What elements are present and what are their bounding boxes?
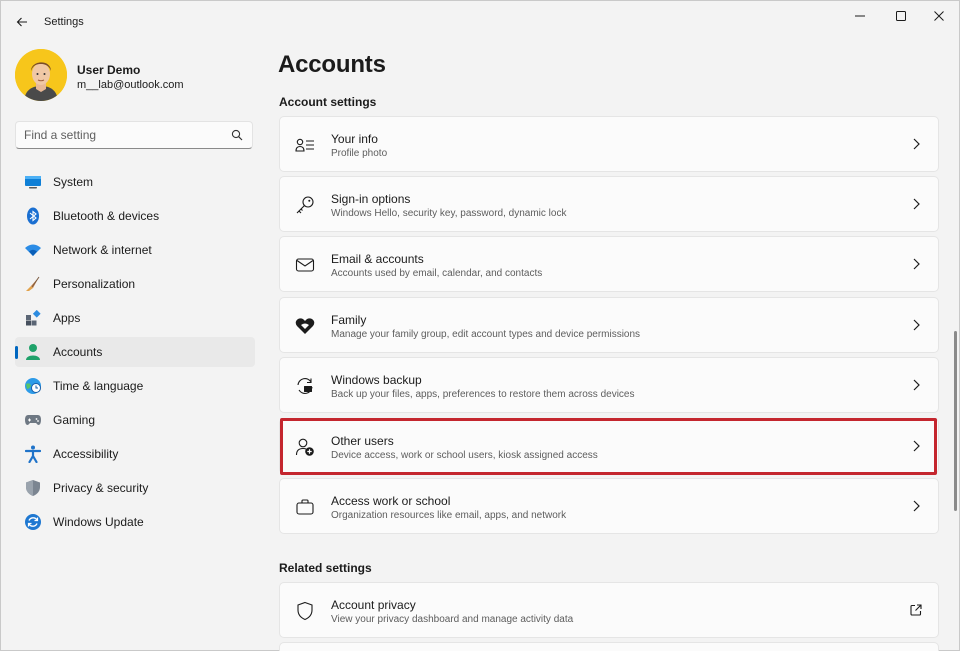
close-button[interactable]	[924, 5, 954, 27]
card-subtitle: Windows Hello, security key, password, d…	[331, 208, 567, 219]
card-family[interactable]: Family Manage your family group, edit ac…	[279, 297, 939, 353]
card-your-info[interactable]: Your info Profile photo	[279, 116, 939, 172]
sidebar-item-accounts[interactable]: Accounts	[15, 337, 255, 367]
update-icon	[24, 513, 42, 531]
family-heart-icon	[295, 316, 315, 336]
card-other-users[interactable]: Other users Device access, work or schoo…	[279, 418, 939, 474]
key-icon	[295, 195, 315, 215]
apps-icon	[24, 309, 42, 327]
user-avatar-icon	[15, 49, 67, 101]
gamepad-icon	[24, 411, 42, 429]
card-partial	[279, 642, 939, 651]
accessibility-icon	[24, 445, 42, 463]
title-bar: Settings	[1, 1, 959, 41]
shield-icon	[24, 479, 42, 497]
person-list-icon	[295, 135, 315, 155]
chevron-right-icon	[913, 198, 920, 210]
card-subtitle: Device access, work or school users, kio…	[331, 450, 598, 461]
card-access-work-school[interactable]: Access work or school Organization resou…	[279, 478, 939, 534]
sidebar-item-gaming[interactable]: Gaming	[15, 405, 255, 435]
sidebar-item-label: Apps	[53, 311, 81, 325]
chevron-right-icon	[913, 138, 920, 150]
sidebar-item-time-language[interactable]: Time & language	[15, 371, 255, 401]
section-heading-account-settings: Account settings	[279, 95, 377, 109]
chevron-right-icon	[913, 440, 920, 452]
sidebar-item-label: Gaming	[53, 413, 96, 427]
scrollbar[interactable]	[954, 331, 957, 511]
sidebar-item-label: Accounts	[53, 345, 103, 359]
sidebar-item-privacy[interactable]: Privacy & security	[15, 473, 255, 503]
maximize-button[interactable]	[886, 5, 916, 27]
backup-icon	[295, 376, 315, 396]
card-title: Email & accounts	[331, 252, 424, 266]
card-subtitle: Accounts used by email, calendar, and co…	[331, 268, 543, 279]
search-input[interactable]	[24, 127, 224, 143]
bluetooth-icon	[24, 207, 42, 225]
chevron-right-icon	[913, 258, 920, 270]
sidebar-nav: System Bluetooth & devices Network & int…	[15, 167, 255, 541]
sidebar-item-label: Windows Update	[53, 515, 144, 529]
sidebar-item-label: System	[53, 175, 94, 189]
section-heading-related-settings: Related settings	[279, 561, 372, 575]
sidebar-item-accessibility[interactable]: Accessibility	[15, 439, 255, 469]
card-title: Sign-in options	[331, 192, 411, 206]
card-title: Your info	[331, 132, 378, 146]
system-icon	[24, 173, 42, 191]
search-icon[interactable]	[231, 129, 243, 141]
add-user-icon	[295, 437, 315, 457]
maximize-icon	[896, 11, 906, 21]
chevron-right-icon	[913, 379, 920, 391]
globe-clock-icon	[24, 377, 42, 395]
back-button[interactable]	[11, 11, 33, 33]
sidebar-item-system[interactable]: System	[15, 167, 255, 197]
chevron-right-icon	[913, 500, 920, 512]
card-title: Other users	[331, 434, 394, 448]
mail-icon	[295, 255, 315, 275]
avatar	[15, 49, 67, 101]
sidebar-item-label: Time & language	[53, 379, 144, 393]
page-title: Accounts	[278, 51, 386, 78]
card-subtitle: Back up your files, apps, preferences to…	[331, 389, 635, 400]
card-subtitle: Manage your family group, edit account t…	[331, 329, 641, 340]
card-title: Windows backup	[331, 373, 422, 387]
card-windows-backup[interactable]: Windows backup Back up your files, apps,…	[279, 357, 939, 413]
settings-window: Settings User Demo m__lab@outlook.com Fi…	[0, 0, 960, 651]
card-subtitle: View your privacy dashboard and manage a…	[331, 614, 574, 625]
briefcase-icon	[295, 497, 315, 517]
external-link-icon	[910, 604, 922, 616]
sidebar-item-network[interactable]: Network & internet	[15, 235, 255, 265]
wifi-icon	[24, 241, 42, 259]
back-arrow-icon	[16, 17, 27, 27]
sidebar-item-bluetooth[interactable]: Bluetooth & devices	[15, 201, 255, 231]
sidebar-item-label: Privacy & security	[53, 481, 149, 495]
sidebar-item-personalization[interactable]: Personalization	[15, 269, 255, 299]
card-title: Account privacy	[331, 598, 416, 612]
selection-indicator	[15, 346, 18, 359]
card-title: Family	[331, 313, 367, 327]
sidebar-item-windows-update[interactable]: Windows Update	[15, 507, 255, 537]
minimize-button[interactable]	[845, 5, 875, 27]
brush-icon	[24, 275, 42, 293]
accounts-icon	[24, 343, 42, 361]
user-name: User Demo	[77, 63, 141, 77]
close-icon	[934, 11, 944, 21]
card-title: Access work or school	[331, 494, 451, 508]
card-subtitle: Profile photo	[331, 148, 388, 159]
chevron-right-icon	[913, 319, 920, 331]
card-email-accounts[interactable]: Email & accounts Accounts used by email,…	[279, 236, 939, 292]
card-sign-in-options[interactable]: Sign-in options Windows Hello, security …	[279, 176, 939, 232]
shield-outline-icon	[295, 601, 315, 621]
user-profile[interactable]: User Demo m__lab@outlook.com	[15, 49, 255, 103]
sidebar-item-label: Accessibility	[53, 447, 119, 461]
card-account-privacy[interactable]: Account privacy View your privacy dashbo…	[279, 582, 939, 638]
card-subtitle: Organization resources like email, apps,…	[331, 510, 567, 521]
sidebar-item-label: Personalization	[53, 277, 136, 291]
user-email: m__lab@outlook.com	[77, 79, 184, 91]
minimize-icon	[855, 15, 865, 17]
sidebar-item-label: Network & internet	[53, 243, 152, 257]
sidebar-item-apps[interactable]: Apps	[15, 303, 255, 333]
window-title: Settings	[44, 16, 84, 28]
sidebar-item-label: Bluetooth & devices	[53, 209, 160, 223]
search-box[interactable]	[15, 121, 253, 149]
